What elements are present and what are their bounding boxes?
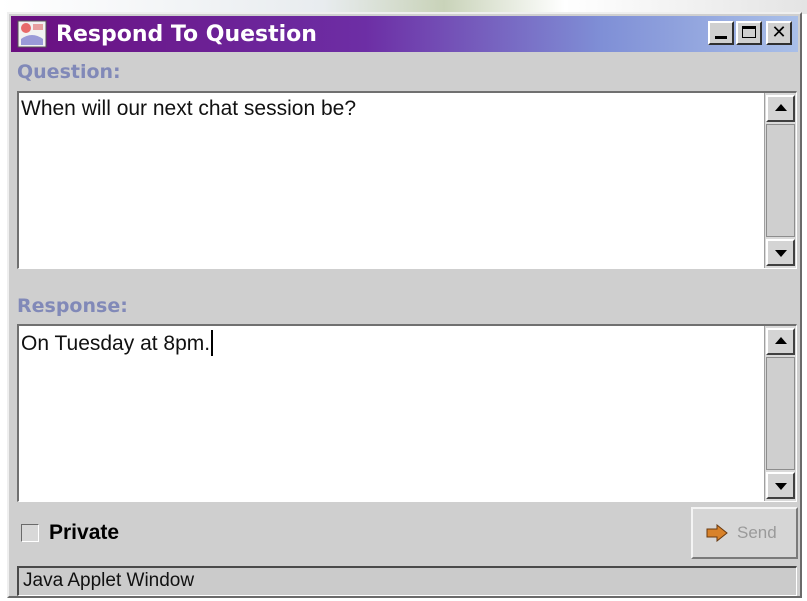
private-label: Private	[49, 521, 120, 544]
window-title: Respond To Question	[56, 22, 317, 47]
arrow-up-icon	[775, 337, 787, 344]
question-scroll-down-button[interactable]	[766, 239, 795, 266]
question-scroll-track[interactable]	[766, 124, 795, 237]
send-label: Send	[737, 523, 777, 542]
question-scroll-up-button[interactable]	[766, 95, 795, 122]
response-scroll-down-button[interactable]	[766, 472, 795, 499]
response-scrollbar[interactable]	[764, 326, 796, 501]
status-text: Java Applet Window	[23, 570, 195, 591]
text-caret	[211, 330, 214, 356]
arrow-right-icon	[706, 524, 728, 542]
send-button[interactable]: Send	[691, 507, 798, 559]
minimize-button[interactable]	[708, 21, 734, 45]
private-checkbox[interactable]	[21, 524, 39, 542]
question-label: Question:	[17, 61, 121, 83]
question-text: When will our next chat session be?	[21, 97, 357, 120]
response-scroll-up-button[interactable]	[766, 328, 795, 355]
response-textarea[interactable]: On Tuesday at 8pm.	[17, 324, 797, 502]
question-scrollbar[interactable]	[764, 93, 796, 268]
status-bar: Java Applet Window	[17, 566, 797, 596]
minimize-icon	[715, 36, 727, 39]
arrow-down-icon	[775, 483, 787, 490]
question-textarea[interactable]: When will our next chat session be?	[17, 91, 797, 269]
app-icon	[17, 20, 47, 48]
response-text: On Tuesday at 8pm.	[21, 332, 211, 355]
response-scroll-track[interactable]	[766, 357, 795, 470]
maximize-icon	[742, 26, 756, 38]
arrow-down-icon	[775, 250, 787, 257]
arrow-up-icon	[775, 104, 787, 111]
close-icon: ✕	[771, 22, 787, 43]
close-button[interactable]: ✕	[766, 21, 792, 45]
response-label: Response:	[17, 295, 128, 317]
title-bar[interactable]: Respond To Question ✕	[11, 16, 798, 52]
response-text-wrapper: On Tuesday at 8pm.	[21, 330, 214, 356]
maximize-button[interactable]	[736, 21, 762, 45]
respond-dialog: Respond To Question ✕ Question: When wil…	[7, 12, 802, 598]
